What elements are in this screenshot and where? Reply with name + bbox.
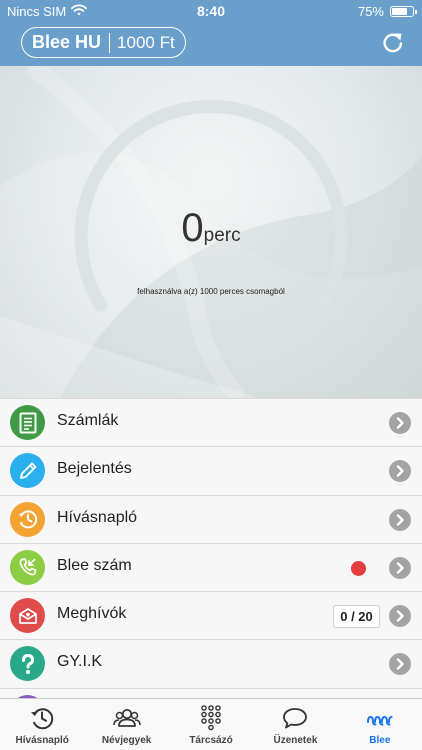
menu-item-call-log[interactable]: Hívásnapló: [0, 494, 422, 543]
tab-label: Üzenetek: [273, 735, 318, 746]
menu-list: Számlák Bejelentés Hívásnapló Blee szám …: [0, 398, 422, 698]
chevron-right-icon: [389, 460, 411, 483]
menu-item-label: Hívásnapló: [57, 508, 138, 526]
plan-price: 1000 Ft: [117, 32, 175, 52]
incoming-call-icon: [10, 549, 45, 585]
refresh-button[interactable]: [380, 30, 406, 56]
battery-fill: [392, 8, 407, 15]
tab-label: Tárcsázó: [189, 735, 233, 746]
plan-name: Blee HU: [32, 32, 102, 52]
battery-icon: [390, 6, 417, 17]
contacts-icon: [112, 708, 141, 727]
invite-envelope-icon: [10, 598, 45, 634]
app-screen: Nincs SIM 8:40 75% Blee HU 1000 Ft 0perc…: [0, 0, 422, 750]
battery-tip: [415, 10, 417, 14]
chat-bubble-icon: [283, 708, 308, 729]
question-icon: [10, 646, 45, 682]
tab-label: Hívásnapló: [15, 735, 69, 746]
plan-divider: [109, 32, 111, 53]
tab-label: Blee: [369, 735, 391, 746]
battery-percent: 75%: [357, 4, 384, 19]
refresh-icon: [383, 33, 403, 53]
chevron-right-icon: [389, 605, 411, 628]
chevron-right-icon: [389, 508, 411, 531]
pencil-icon: [10, 453, 45, 489]
menu-item-label: Számlák: [57, 412, 119, 429]
invoice-icon: [10, 405, 45, 440]
dialpad-icon: [201, 705, 221, 731]
gauge-value: 0perc: [0, 206, 422, 251]
notification-dot: [351, 560, 366, 576]
history-icon: [10, 501, 45, 537]
tab-messages[interactable]: Üzenetek: [253, 699, 337, 750]
status-bar: Nincs SIM 8:40 75%: [0, 0, 422, 22]
chevron-right-icon: [389, 556, 411, 579]
menu-item-label: GY.I.K: [57, 653, 103, 671]
menu-item-invoices[interactable]: Számlák: [0, 398, 422, 447]
gauge-caption: felhasználva a(z) 1000 perces csomagból: [137, 287, 285, 296]
history-icon: [31, 708, 54, 730]
menu-item-faq[interactable]: GY.I.K: [0, 639, 422, 688]
blee-logo-icon: [366, 715, 393, 726]
tab-bar: Hívásnapló Névjegyek Tárcsázó Üzenetek B…: [0, 698, 422, 750]
status-right: 75%: [357, 4, 417, 19]
menu-item-blee-number[interactable]: Blee szám: [0, 542, 422, 592]
tab-contacts[interactable]: Névjegyek: [84, 699, 168, 750]
tab-label: Névjegyek: [101, 735, 152, 746]
menu-item-label: Bejelentés: [57, 460, 132, 478]
menu-item-label: Blee szám: [57, 556, 132, 574]
menu-item-partial[interactable]: [0, 687, 422, 698]
plan-selector[interactable]: Blee HU 1000 Ft: [21, 27, 186, 58]
menu-item-label: Meghívók: [57, 605, 127, 623]
menu-item-report[interactable]: Bejelentés: [0, 446, 422, 495]
invite-count-badge: 0 / 20: [333, 605, 380, 629]
app-header: Nincs SIM 8:40 75% Blee HU 1000 Ft: [0, 0, 422, 66]
gauge-number: 0: [181, 206, 204, 250]
menu-item-invitations[interactable]: Meghívók 0 / 20: [0, 591, 422, 640]
tab-dialer[interactable]: Tárcsázó: [169, 699, 253, 750]
tab-blee[interactable]: Blee: [338, 699, 422, 750]
chevron-right-icon: [389, 412, 411, 434]
tab-call-log[interactable]: Hívásnapló: [0, 699, 84, 750]
gauge-unit: perc: [203, 225, 241, 246]
chevron-right-icon: [389, 653, 411, 676]
usage-gauge: 0perc felhasználva a(z) 1000 perces csom…: [0, 66, 422, 398]
